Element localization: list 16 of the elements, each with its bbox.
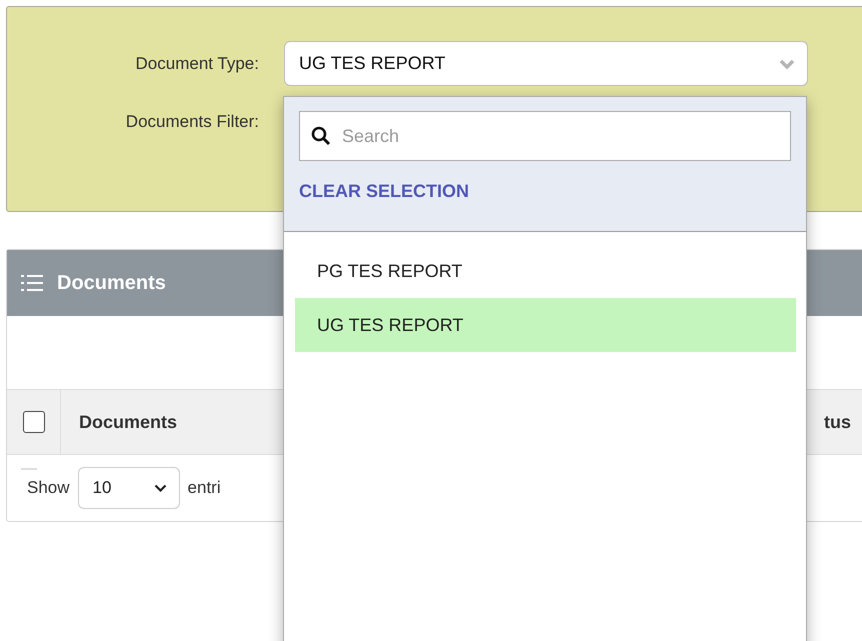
chevron-icon	[154, 484, 167, 492]
dropdown-option[interactable]: PG TES REPORT	[295, 244, 796, 298]
select-all-checkbox[interactable]	[22, 411, 44, 433]
list-icon	[21, 274, 43, 292]
chevron-icon	[779, 58, 795, 68]
document-type-select[interactable]: UG TES REPORT	[284, 41, 808, 86]
show-label: Show	[27, 478, 70, 498]
clear-selection-link[interactable]: CLEAR SELECTION	[299, 181, 470, 202]
entries-label: entri	[188, 478, 221, 498]
panel-title: Documents	[57, 272, 166, 294]
page-size-select[interactable]: 10	[78, 467, 180, 509]
field-label: Document Type:	[134, 54, 259, 74]
column-header[interactable]: tus	[806, 412, 851, 432]
dropdown-option[interactable]: UG TES REPORT	[295, 298, 796, 352]
field-label: Documents Filter:	[124, 112, 259, 132]
search-field[interactable]: Search	[299, 111, 791, 161]
